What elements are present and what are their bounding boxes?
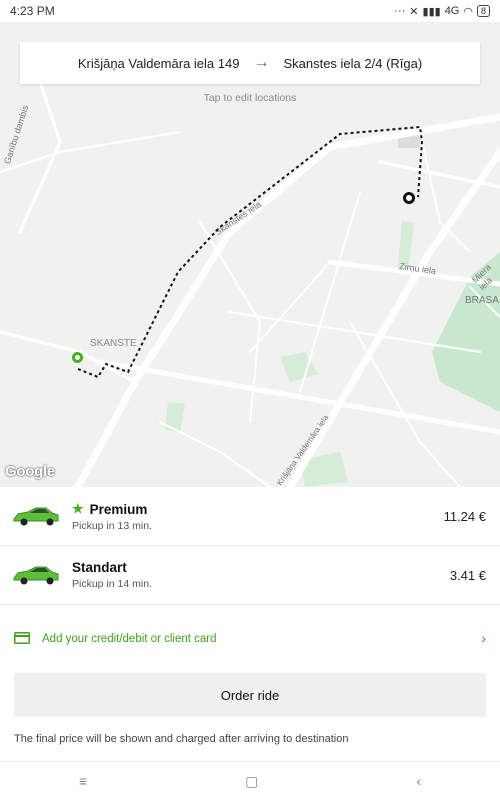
route-card[interactable]: Krišjāņa Valdemāra iela 149 → Skanstes i… <box>20 42 480 84</box>
status-icons: ··· ✕ ▮▮▮ 4G ◠ 8 <box>394 5 490 18</box>
ride-price: 11.24 € <box>443 509 486 524</box>
ride-name: Standart <box>72 560 127 575</box>
route-from[interactable]: Krišjāņa Valdemāra iela 149 <box>78 56 240 71</box>
route-to[interactable]: Skanstes iela 2/4 (Rīga) <box>283 56 422 71</box>
park-area-small <box>280 352 318 382</box>
order-ride-button[interactable]: Order ride <box>14 673 486 717</box>
add-card-label[interactable]: Add your credit/debit or client card <box>42 633 217 645</box>
map-label-brasa: BRASA <box>465 295 499 306</box>
park-area-small <box>165 402 185 432</box>
mute-icon: ✕ <box>409 5 419 18</box>
destination-marker-icon <box>403 192 415 204</box>
status-bar: 4:23 PM ··· ✕ ▮▮▮ 4G ◠ 8 <box>0 0 500 22</box>
final-price-note: The final price will be shown and charge… <box>14 733 349 745</box>
ride-info: Standart Pickup in 14 min. <box>72 560 152 590</box>
more-icon: ··· <box>394 5 406 17</box>
ride-pickup-time: Pickup in 14 min. <box>72 578 152 590</box>
ride-info: ★ Premium Pickup in 13 min. <box>72 501 152 532</box>
signal-icon: ▮▮▮ <box>422 5 441 18</box>
wifi-icon: ◠ <box>463 5 473 18</box>
car-icon <box>13 507 59 526</box>
chevron-right-icon[interactable]: › <box>481 630 486 646</box>
credit-card-icon <box>14 632 30 644</box>
google-logo: Google <box>5 463 55 480</box>
arrow-right-icon: → <box>253 54 270 71</box>
ride-price: 3.41 € <box>449 568 486 583</box>
status-time: 4:23 PM <box>10 4 55 18</box>
home-icon[interactable]: ▢ <box>245 773 258 790</box>
back-icon[interactable]: ‹ <box>416 773 421 789</box>
battery-icon: 8 <box>476 5 490 17</box>
network-type: 4G <box>444 5 460 17</box>
system-nav-bar: ≡ ▢ ‹ <box>0 761 500 800</box>
edit-locations-hint[interactable]: Tap to edit locations <box>0 92 500 104</box>
ride-pickup-time: Pickup in 13 min. <box>72 520 152 532</box>
menu-icon[interactable]: ≡ <box>79 773 87 789</box>
star-icon: ★ <box>72 501 84 516</box>
ride-option-premium[interactable]: ★ Premium Pickup in 13 min. 11.24 € <box>0 487 500 546</box>
ride-name: Premium <box>89 501 148 517</box>
pickup-marker-icon <box>72 352 83 363</box>
map-label-skanste: SKANSTE <box>90 338 137 349</box>
ride-option-standart[interactable]: Standart Pickup in 14 min. 3.41 € <box>0 546 500 605</box>
car-icon <box>13 566 59 585</box>
